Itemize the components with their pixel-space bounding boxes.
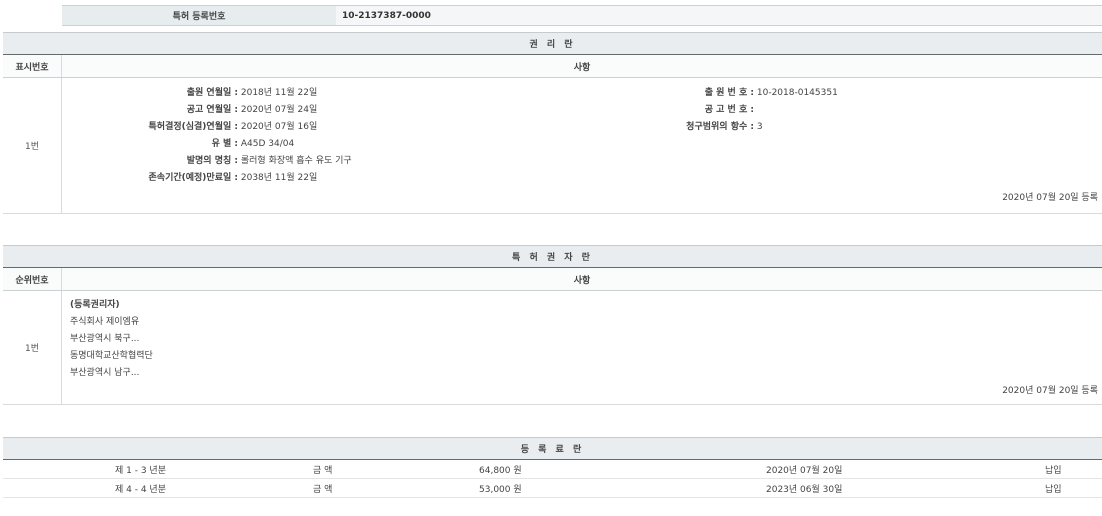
owner-address-1: 부산광역시 북구...: [70, 331, 153, 348]
owners-column-header: 순위번호 사항: [3, 268, 1102, 291]
rights-column-header: 표시번호 사항: [3, 55, 1102, 78]
owners-section-title: 특 허 권 자 란: [3, 245, 1102, 268]
fee-amount: 53,000 원: [479, 482, 522, 495]
owner-header: (등록권리자): [70, 297, 153, 314]
rights-row-content: 출원 연월일 : 2018년 11월 22일 공고 연월일 : 2020년 07…: [62, 78, 1102, 213]
expiry-date: 존속기간(예정)만료일 : 2038년 11월 22일: [62, 170, 317, 183]
fee-status: 납입: [1045, 463, 1062, 476]
fee-amount: 64,800 원: [479, 463, 522, 476]
owners-row: 1번 (등록권리자) 주식회사 제이엠유 부산광역시 북구... 동명대학교산학…: [3, 291, 1102, 405]
fees-section-title: 등 록 료 란: [3, 437, 1102, 460]
fee-row-1: 제 1 - 3 년분 금 액 64,800 원 2020년 07월 20일 납입: [3, 460, 1102, 479]
owner-address-2: 부산광역시 남구...: [70, 365, 153, 382]
owners-col-no: 순위번호: [3, 268, 62, 290]
rights-col-matter: 사항: [62, 55, 1102, 77]
fee-status: 납입: [1045, 482, 1062, 495]
patent-number-value: 10-2137387-0000: [336, 5, 1102, 26]
owner-list: (등록권리자) 주식회사 제이엠유 부산광역시 북구... 동명대학교산학협력단…: [70, 297, 153, 382]
fees-section: 등 록 료 란 제 1 - 3 년분 금 액 64,800 원 2020년 07…: [3, 437, 1102, 498]
rights-row: 1번 출원 연월일 : 2018년 11월 22일 공고 연월일 : 2020년…: [3, 78, 1102, 214]
fee-amount-label: 금 액: [313, 482, 332, 495]
fee-amount-label: 금 액: [313, 463, 332, 476]
fee-period: 제 1 - 3 년분: [115, 463, 166, 476]
owners-row-content: (등록권리자) 주식회사 제이엠유 부산광역시 북구... 동명대학교산학협력단…: [62, 291, 1102, 404]
owners-section: 특 허 권 자 란 순위번호 사항 1번 (등록권리자) 주식회사 제이엠유 부…: [3, 245, 1102, 405]
application-number: 출 원 번 호 : 10-2018-0145351: [642, 85, 838, 98]
fee-period: 제 4 - 4 년분: [115, 482, 166, 495]
rights-section-title: 권 리 란: [3, 32, 1102, 55]
rights-registration-stamp: 2020년 07월 20일 등록: [1002, 190, 1098, 203]
rights-col-no: 표시번호: [3, 55, 62, 77]
decision-date: 특허결정(심결)연월일 : 2020년 07월 16일: [62, 119, 317, 132]
rights-row-no: 1번: [3, 78, 62, 213]
classification: 유 별 : A45D 34/04: [62, 136, 294, 149]
fee-row-2: 제 4 - 4 년분 금 액 53,000 원 2023년 06월 30일 납입: [3, 479, 1102, 498]
patent-number-label: 특허 등록번호: [62, 5, 336, 26]
fee-date: 2023년 06월 30일: [766, 482, 842, 495]
invention-title: 발명의 명칭 : 롤러형 화장액 흡수 유도 기구: [62, 153, 352, 166]
fee-date: 2020년 07월 20일: [766, 463, 842, 476]
filing-date: 출원 연월일 : 2018년 11월 22일: [62, 85, 317, 98]
claims-count: 청구범위의 항수 : 3: [642, 119, 763, 132]
patent-number-bar: 특허 등록번호 10-2137387-0000: [62, 5, 1102, 26]
owners-row-no: 1번: [3, 291, 62, 404]
owner-name-2: 동명대학교산학협력단: [70, 348, 153, 365]
owners-registration-stamp: 2020년 07월 20일 등록: [1002, 383, 1098, 396]
owner-name-1: 주식회사 제이엠유: [70, 314, 153, 331]
publication-number: 공 고 번 호 :: [642, 102, 754, 115]
rights-section: 권 리 란 표시번호 사항 1번 출원 연월일 : 2018년 11월 22일 …: [3, 32, 1102, 214]
publication-date: 공고 연월일 : 2020년 07월 24일: [62, 102, 317, 115]
owners-col-matter: 사항: [62, 268, 1102, 290]
